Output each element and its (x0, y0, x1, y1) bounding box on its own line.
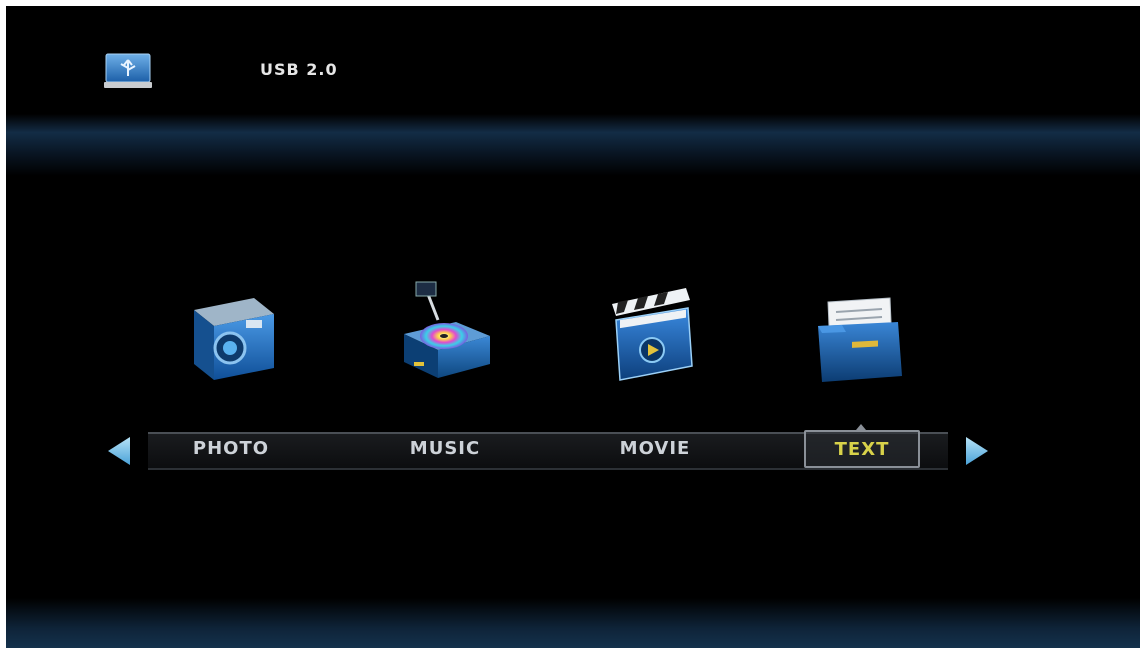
arrow-left-icon[interactable] (104, 434, 134, 468)
footer-band (6, 598, 1140, 648)
menu-item-text[interactable]: TEXT (804, 439, 920, 460)
arrow-right-icon[interactable] (962, 434, 992, 468)
usb-drive-icon (104, 53, 152, 88)
source-label: USB 2.0 (260, 60, 338, 79)
clapperboard-icon[interactable] (608, 282, 696, 382)
menu-item-photo[interactable]: PHOTO (176, 438, 286, 459)
menu-item-music[interactable]: MUSIC (390, 438, 500, 459)
camera-icon[interactable] (184, 288, 280, 384)
folder-document-icon[interactable] (812, 292, 906, 386)
music-disc-icon[interactable] (390, 278, 498, 386)
menu-item-movie[interactable]: MOVIE (600, 438, 710, 459)
header-band (6, 114, 1140, 176)
media-player-screen: USB 2.0 PHOTO MUSIC MOVIE TEXT (6, 6, 1140, 648)
